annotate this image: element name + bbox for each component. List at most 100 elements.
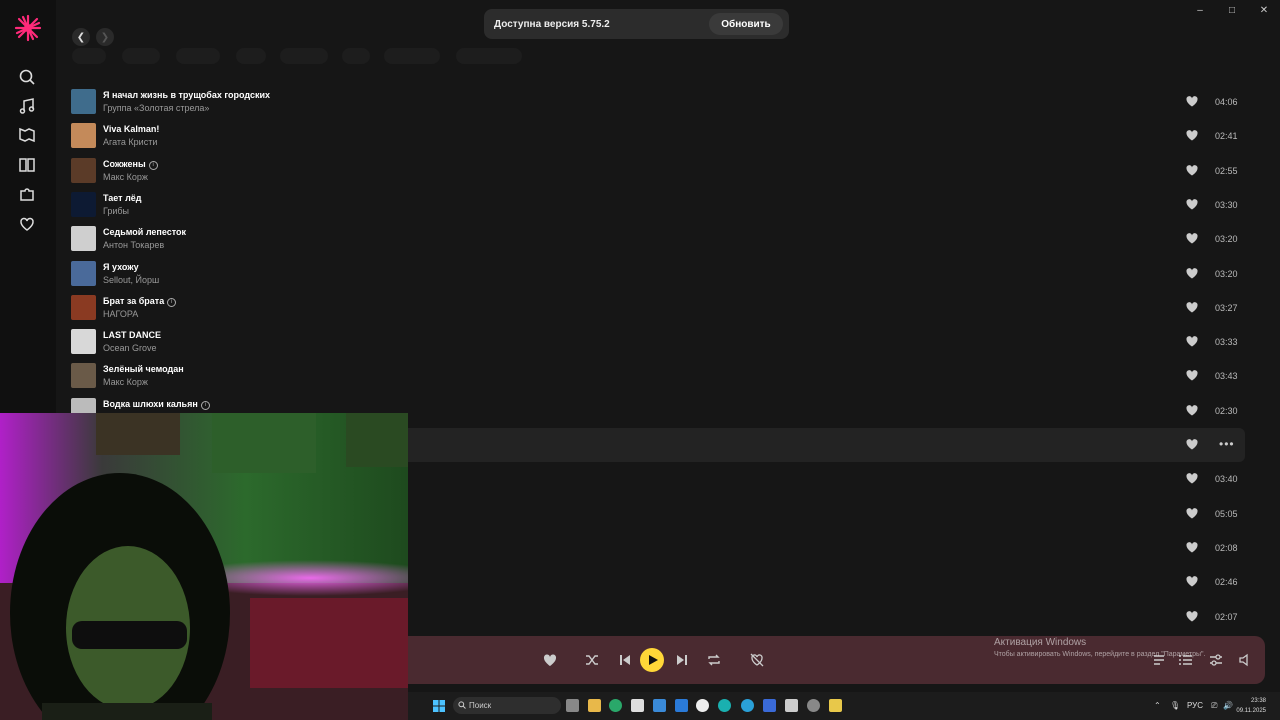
track-artist[interactable]: Sellout, Йорш — [103, 275, 159, 285]
speaker-icon[interactable]: 🔊 — [1223, 701, 1233, 710]
like-icon[interactable] — [1186, 164, 1198, 176]
track-title[interactable]: Зелёный чемодан — [103, 364, 184, 374]
forward-button[interactable]: ❯ — [96, 28, 114, 46]
minimize-button[interactable]: – — [1184, 0, 1216, 20]
input-language[interactable]: РУС — [1187, 701, 1203, 710]
like-icon[interactable] — [1186, 130, 1198, 141]
equalizer-icon[interactable] — [1208, 652, 1224, 668]
windows-start-icon[interactable] — [433, 700, 445, 712]
back-button[interactable]: ❮ — [72, 28, 90, 46]
mail-icon[interactable] — [653, 699, 666, 712]
puzzle-icon[interactable] — [17, 184, 37, 204]
update-button[interactable]: Обновить — [709, 13, 783, 35]
todo-icon[interactable] — [675, 699, 688, 712]
track-artist[interactable]: Агата Кристи — [103, 137, 157, 147]
track-title[interactable]: Брат за брата i — [103, 296, 177, 307]
track-cover[interactable] — [71, 191, 96, 217]
filter-chip[interactable] — [122, 48, 160, 64]
filter-chip[interactable] — [456, 48, 522, 64]
track-title[interactable]: LAST DANCE — [103, 330, 161, 340]
track-title[interactable]: Седьмой лепесток — [103, 227, 186, 237]
filter-chip[interactable] — [236, 48, 266, 64]
track-cover[interactable] — [71, 363, 96, 389]
track-cover[interactable] — [71, 329, 96, 355]
track-artist[interactable]: Макс Корж — [103, 172, 148, 182]
like-icon[interactable] — [1186, 233, 1198, 244]
search-icon[interactable] — [17, 67, 37, 87]
like-icon[interactable] — [1186, 370, 1198, 381]
more-options-button[interactable]: ••• — [1219, 437, 1235, 451]
track-title[interactable]: Водка шлюхи кальян i — [103, 399, 210, 410]
track-artist[interactable]: Макс Корж — [103, 377, 148, 387]
heart-collection-icon[interactable] — [17, 214, 37, 234]
edge-browser-icon[interactable] — [609, 699, 622, 712]
taskbar-search[interactable]: Поиск — [453, 697, 561, 714]
like-icon[interactable] — [1186, 96, 1198, 107]
track-cover[interactable] — [71, 294, 96, 320]
track-artist[interactable]: НАГОРА — [103, 309, 138, 319]
system-clock[interactable]: 23:38 09.11.2025 — [1236, 696, 1266, 716]
repeat-icon[interactable] — [706, 652, 722, 668]
app-icon[interactable] — [718, 699, 731, 712]
previous-track-icon[interactable] — [617, 652, 633, 668]
like-icon[interactable] — [1186, 542, 1198, 553]
like-icon[interactable] — [1186, 473, 1198, 484]
like-icon[interactable] — [1186, 439, 1198, 450]
like-icon[interactable] — [1186, 267, 1198, 279]
music-note-icon[interactable] — [17, 96, 37, 116]
maximize-button[interactable]: □ — [1216, 0, 1248, 20]
track-row[interactable]: Тает лёд Грибы 03:30 — [56, 188, 1245, 222]
like-icon[interactable] — [1186, 336, 1198, 347]
file-explorer-icon[interactable] — [588, 699, 601, 712]
yandex-browser-icon[interactable] — [696, 699, 709, 712]
telegram-icon[interactable] — [741, 699, 754, 712]
volume-icon[interactable] — [1237, 652, 1253, 668]
settings-icon[interactable] — [807, 699, 820, 712]
track-row[interactable]: LAST DANCE Ocean Grove 03:33 — [56, 325, 1245, 359]
track-artist[interactable]: Группа «Золотая стрела» — [103, 103, 209, 113]
track-cover[interactable] — [71, 226, 96, 252]
track-title[interactable]: Сожжены i — [103, 159, 158, 170]
media-player-icon[interactable] — [763, 699, 776, 712]
like-icon[interactable] — [1186, 199, 1198, 210]
next-track-icon[interactable] — [674, 652, 690, 668]
track-title[interactable]: Viva Kalman! — [103, 124, 159, 134]
app-logo-icon[interactable] — [14, 14, 42, 42]
filter-chip[interactable] — [176, 48, 220, 64]
book-icon[interactable] — [17, 155, 37, 175]
network-icon[interactable]: ⎚ — [1211, 701, 1217, 711]
track-artist[interactable]: Антон Токарев — [103, 240, 164, 250]
track-row[interactable]: Сожжены i Макс Корж 02:55 — [56, 154, 1245, 188]
track-cover[interactable] — [71, 89, 96, 114]
filter-chip[interactable] — [384, 48, 440, 64]
track-artist[interactable]: Ocean Grove — [103, 343, 157, 353]
track-row[interactable]: Я ухожу Sellout, Йорш 03:20 — [56, 257, 1245, 291]
close-button[interactable]: ✕ — [1248, 0, 1280, 20]
app-icon[interactable] — [785, 699, 798, 712]
like-icon[interactable] — [1186, 610, 1198, 622]
track-title[interactable]: Я ухожу — [103, 262, 139, 272]
track-row[interactable]: Седьмой лепесток Антон Токарев 03:20 — [56, 222, 1245, 256]
track-row[interactable]: Зелёный чемодан Макс Корж 03:43 — [56, 359, 1245, 393]
microphone-icon[interactable]: 🎙 — [1170, 701, 1180, 710]
track-artist[interactable]: Грибы — [103, 206, 129, 216]
track-row[interactable]: Viva Kalman! Агата Кристи 02:41 — [56, 119, 1245, 153]
like-icon[interactable] — [1186, 301, 1198, 313]
like-icon[interactable] — [1186, 576, 1198, 587]
filter-chip[interactable] — [342, 48, 370, 64]
tray-chevron-icon[interactable]: ⌃ — [1154, 701, 1161, 710]
track-row[interactable]: Брат за брата i НАГОРА 03:27 — [56, 291, 1245, 325]
track-cover[interactable] — [71, 157, 96, 183]
yandex-music-taskbar-icon[interactable] — [829, 699, 842, 712]
like-icon[interactable] — [1186, 507, 1198, 519]
task-view-icon[interactable] — [566, 699, 579, 712]
store-icon[interactable] — [631, 699, 644, 712]
track-cover[interactable] — [71, 260, 96, 286]
play-button[interactable] — [640, 648, 664, 672]
dislike-icon[interactable] — [749, 652, 765, 668]
shuffle-icon[interactable] — [584, 652, 600, 668]
filter-chip[interactable] — [72, 48, 106, 64]
track-row[interactable]: Я начал жизнь в трущобах городских Группа… — [56, 85, 1245, 119]
filter-chip[interactable] — [280, 48, 328, 64]
track-title[interactable]: Я начал жизнь в трущобах городских — [103, 90, 270, 100]
